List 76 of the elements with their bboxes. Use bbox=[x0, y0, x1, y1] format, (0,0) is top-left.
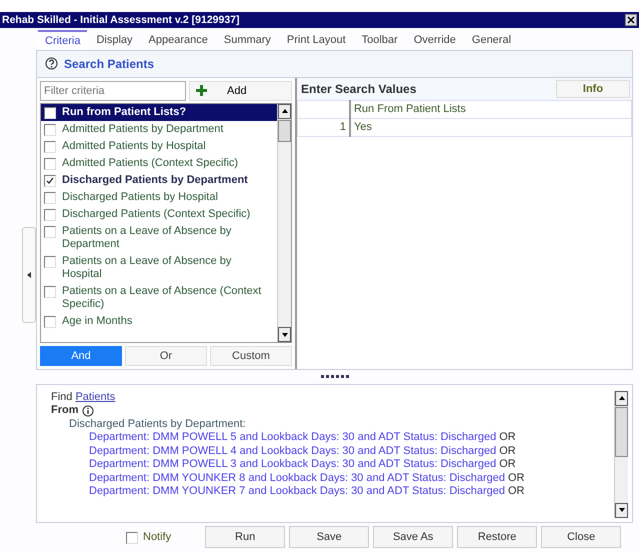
add-button[interactable]: Add bbox=[189, 80, 292, 100]
checkbox[interactable] bbox=[44, 226, 56, 238]
checkbox[interactable] bbox=[44, 208, 56, 220]
criteria-item[interactable]: Discharged Patients by Department bbox=[41, 172, 277, 188]
condition-text[interactable]: Department: DMM YOUNKER 8 and Lookback Days: 30 and ADT Status: Discharged bbox=[89, 472, 505, 486]
help-icon[interactable] bbox=[45, 57, 58, 70]
checkbox[interactable] bbox=[44, 192, 56, 204]
connector-text: OR bbox=[499, 431, 516, 445]
section-title: Search Patients bbox=[64, 56, 154, 70]
connector-text: OR bbox=[508, 472, 524, 486]
scrollbar[interactable] bbox=[614, 390, 628, 518]
scroll-up-icon[interactable] bbox=[618, 396, 624, 400]
condition-text[interactable]: Department: DMM POWELL 5 and Lookback Days: 30 and ADT Status: Discharged bbox=[89, 431, 496, 445]
dialog-button[interactable]: Run bbox=[205, 526, 286, 548]
criteria-item[interactable]: Age in Months bbox=[41, 312, 277, 330]
condition-text[interactable]: Department: DMM POWELL 3 and Lookback Days: 30 and ADT Status: Discharged bbox=[89, 458, 496, 472]
from-label: From bbox=[51, 404, 78, 418]
criteria-item[interactable]: Discharged Patients by Hospital bbox=[41, 188, 277, 206]
find-label: Find bbox=[51, 390, 72, 403]
criteria-item[interactable]: Admitted Patients (Context Specific) bbox=[41, 154, 277, 172]
scroll-thumb[interactable] bbox=[615, 406, 628, 457]
plus-icon bbox=[196, 85, 207, 96]
dialog-button[interactable]: Save bbox=[289, 526, 370, 548]
notify-label: Notify bbox=[143, 531, 172, 544]
checkbox[interactable] bbox=[44, 124, 56, 136]
collapse-handle[interactable] bbox=[22, 227, 36, 323]
column-header: Run From Patient Lists bbox=[350, 100, 632, 118]
checkbox[interactable] bbox=[44, 140, 56, 152]
dialog-button[interactable]: Close bbox=[541, 526, 622, 548]
connector-text: OR bbox=[499, 444, 516, 458]
scrollbar[interactable] bbox=[277, 104, 291, 342]
tab[interactable]: Display bbox=[89, 30, 140, 50]
panel-title: Enter Search Values bbox=[301, 82, 416, 96]
criteria-item[interactable]: Run from Patient Lists? bbox=[41, 104, 277, 120]
criteria-item[interactable]: Admitted Patients by Department bbox=[41, 120, 277, 138]
checkbox[interactable] bbox=[126, 532, 138, 544]
scroll-thumb[interactable] bbox=[278, 120, 291, 142]
splitter-handle[interactable] bbox=[320, 375, 348, 378]
logic-button[interactable]: Or bbox=[125, 346, 207, 366]
scroll-down-icon[interactable] bbox=[618, 508, 624, 512]
info-button[interactable]: Info bbox=[556, 80, 630, 98]
table-cell[interactable]: Yes bbox=[350, 118, 632, 136]
checkbox[interactable] bbox=[44, 286, 56, 298]
dialog-button[interactable]: Save As bbox=[373, 526, 454, 548]
connector-text: OR bbox=[499, 458, 516, 472]
dialog-button[interactable]: Restore bbox=[457, 526, 538, 548]
row-number: 1 bbox=[298, 118, 350, 136]
info-icon[interactable] bbox=[82, 404, 94, 417]
tab[interactable]: Override bbox=[406, 30, 463, 50]
scroll-up-icon[interactable] bbox=[282, 109, 288, 113]
tab[interactable]: General bbox=[464, 30, 518, 50]
window-title: Rehab Skilled - Initial Assessment v.2 [9129937] bbox=[2, 14, 240, 26]
logic-button[interactable]: Custom bbox=[210, 346, 292, 366]
close-icon[interactable] bbox=[625, 14, 637, 26]
tab[interactable]: Summary bbox=[216, 30, 278, 50]
criteria-item[interactable]: Discharged Patients (Context Specific) bbox=[41, 206, 277, 222]
tab[interactable]: Appearance bbox=[142, 30, 215, 50]
checkbox[interactable] bbox=[44, 106, 56, 118]
connector-text: OR bbox=[508, 485, 524, 499]
scroll-down-icon[interactable] bbox=[282, 332, 288, 336]
logic-button[interactable]: And bbox=[40, 346, 122, 366]
condition-text[interactable]: Department: DMM POWELL 4 and Lookback Days: 30 and ADT Status: Discharged bbox=[89, 444, 496, 458]
criteria-item[interactable]: Patients on a Leave of Absence by Hospital bbox=[41, 252, 277, 282]
condition-text[interactable]: Department: DMM YOUNKER 7 and Lookback Days: 30 and ADT Status: Discharged bbox=[89, 485, 505, 499]
filter-field[interactable]: Filter criteria bbox=[40, 80, 186, 100]
criteria-item[interactable]: Patients on a Leave of Absence by Department bbox=[41, 222, 277, 252]
criteria-item[interactable]: Patients on a Leave of Absence (Context Specific) bbox=[41, 282, 277, 312]
checkbox[interactable] bbox=[44, 174, 56, 186]
patients-link[interactable]: Patients bbox=[75, 390, 116, 403]
criteria-item[interactable]: Admitted Patients by Hospital bbox=[41, 138, 277, 154]
checkbox[interactable] bbox=[44, 256, 56, 268]
checkbox[interactable] bbox=[44, 158, 56, 170]
tab[interactable]: Print Layout bbox=[280, 30, 353, 50]
criteria-group: Discharged Patients by Department: bbox=[51, 418, 614, 432]
tab[interactable]: Toolbar bbox=[354, 30, 405, 50]
checkbox[interactable] bbox=[44, 316, 56, 328]
